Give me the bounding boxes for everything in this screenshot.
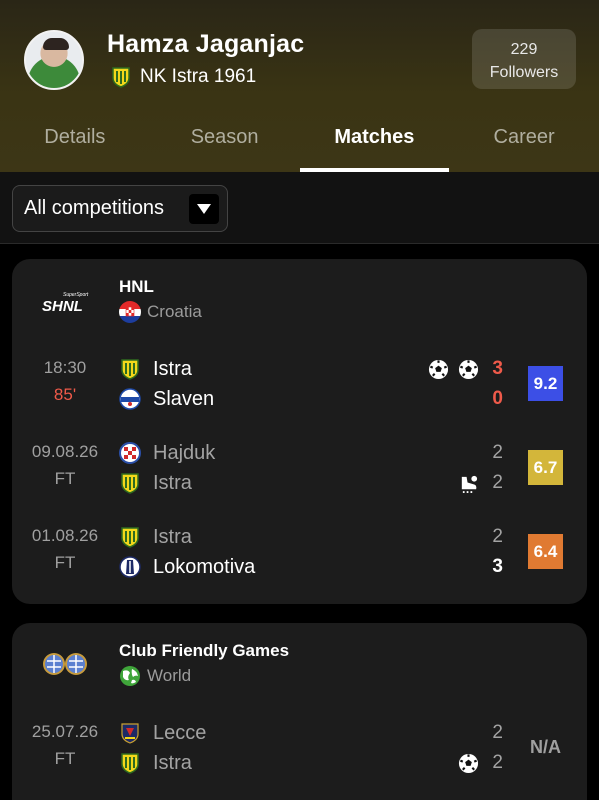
match-events	[458, 748, 479, 778]
player-rating-badge: 9.2	[528, 366, 563, 401]
goal-ball-icon	[428, 359, 449, 379]
competition-header[interactable]: SuperSport SHNL HNL Croatia	[12, 259, 587, 329]
tab-matches[interactable]: Matches	[299, 116, 450, 172]
tab-season[interactable]: Season	[150, 116, 300, 172]
hajduk-crest-icon	[119, 442, 141, 464]
istra-crest-icon	[121, 527, 139, 548]
svg-text:SHNL: SHNL	[42, 298, 83, 315]
home-team-name: Istra	[153, 525, 192, 548]
match-date: 09.08.26	[31, 442, 99, 461]
match-row[interactable]: 01.08.26 FT Istra Lokomotiva 2 3 6.4	[12, 522, 587, 582]
match-status: 85'	[53, 385, 77, 404]
home-score: 2	[492, 526, 503, 547]
player-name: Hamza Jaganjac	[107, 30, 305, 58]
tab-details[interactable]: Details	[0, 116, 150, 172]
match-date: 25.07.26	[31, 722, 99, 741]
home-team-name: Hajduk	[153, 441, 216, 464]
home-team: Lecce	[119, 718, 206, 748]
player-rating-badge: 6.7	[528, 450, 563, 485]
player-header: Hamza Jaganjac NK Istra 1961 229 Followe…	[0, 0, 599, 172]
competition-country-label: Croatia	[147, 302, 202, 321]
match-status: FT	[54, 553, 76, 572]
home-team: Istra	[119, 354, 192, 384]
away-score: 0	[492, 388, 503, 409]
match-events	[458, 468, 479, 498]
away-team: Lokomotiva	[119, 552, 255, 582]
match-time: 18:30	[43, 358, 87, 377]
competition-card-hnl: SuperSport SHNL HNL Croatia 18:30 85' Is…	[12, 259, 587, 604]
competition-header[interactable]: Club Friendly Games World	[12, 623, 587, 693]
home-team-name: Istra	[153, 357, 192, 380]
competition-filter-dropdown[interactable]: All competitions	[12, 185, 228, 232]
away-team: Istra	[119, 748, 192, 778]
match-row[interactable]: 25.07.26 FT Lecce Istra 2 2 N/A	[12, 718, 587, 778]
away-team-name: Lokomotiva	[153, 555, 256, 578]
lokomotiva-crest-icon	[119, 556, 141, 578]
away-score: 2	[492, 472, 503, 493]
competition-country: World	[119, 665, 191, 687]
away-team-name: Slaven	[153, 387, 215, 410]
player-rating-badge: 6.4	[528, 534, 563, 569]
chevron-down-icon	[189, 194, 219, 224]
tab-bar: Details Season Matches Career	[0, 116, 599, 172]
istra-crest-icon	[112, 67, 130, 88]
followers-badge[interactable]: 229 Followers	[472, 29, 576, 89]
match-events	[428, 354, 479, 384]
competition-card-friendlies: Club Friendly Games World 25.07.26 FT Le…	[12, 623, 587, 800]
away-team-name: Istra	[153, 471, 192, 494]
istra-crest-icon	[121, 359, 139, 380]
away-team: Slaven	[119, 384, 214, 414]
competition-filter-value: All competitions	[24, 197, 165, 219]
competition-country: Croatia	[119, 301, 202, 323]
goal-ball-icon	[458, 359, 479, 379]
followers-count: 229	[510, 41, 538, 58]
match-status: FT	[54, 469, 76, 488]
friendlies-logo-icon	[40, 649, 92, 679]
goal-ball-icon	[458, 753, 479, 773]
competition-country-label: World	[147, 666, 192, 685]
player-rating-badge: N/A	[530, 737, 561, 757]
match-date: 01.08.26	[31, 526, 99, 545]
home-score: 2	[492, 722, 503, 743]
away-score: 3	[492, 556, 503, 577]
home-team: Hajduk	[119, 438, 215, 468]
player-avatar	[24, 30, 84, 90]
match-row[interactable]: 09.08.26 FT Hajduk Istra 2 2 6.7	[12, 438, 587, 498]
istra-crest-icon	[121, 473, 139, 494]
home-score: 3	[492, 358, 503, 379]
away-score: 2	[492, 752, 503, 773]
filter-bar: All competitions	[0, 172, 599, 244]
globe-icon	[120, 666, 140, 686]
home-score: 2	[492, 442, 503, 463]
competition-name: HNL	[119, 277, 154, 296]
assist-boot-icon	[461, 475, 478, 493]
home-team: Istra	[119, 522, 192, 552]
istra-crest-icon	[121, 753, 139, 774]
match-row[interactable]: 18:30 85' Istra Slaven 3 0 9.2	[12, 354, 587, 414]
away-team-name: Istra	[153, 751, 192, 774]
home-team-name: Lecce	[153, 721, 207, 744]
slaven-crest-icon	[119, 388, 141, 410]
lecce-crest-icon	[121, 723, 139, 744]
player-team[interactable]: NK Istra 1961	[110, 66, 256, 88]
hnl-logo-icon: SuperSport SHNL	[40, 287, 92, 317]
competition-name: Club Friendly Games	[119, 641, 290, 660]
away-team: Istra	[119, 468, 192, 498]
match-status: FT	[54, 749, 76, 768]
followers-label: Followers	[489, 64, 559, 81]
croatia-flag-icon	[119, 301, 141, 323]
tab-career[interactable]: Career	[449, 116, 599, 172]
player-team-label: NK Istra 1961	[140, 66, 257, 87]
